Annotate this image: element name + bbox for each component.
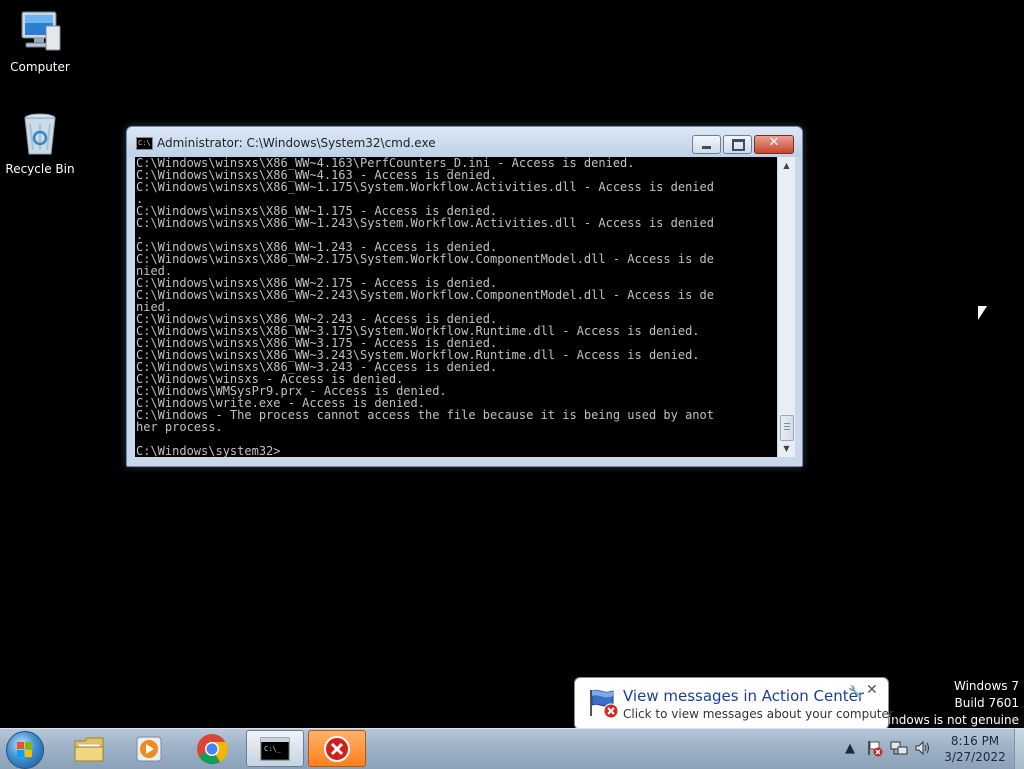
scroll-up-icon[interactable]: ▲ [778, 157, 795, 174]
desktop-icon-label: Computer [10, 60, 70, 74]
window-title: Administrator: C:\Windows\System32\cmd.e… [157, 136, 436, 150]
taskbar: C:\_ ▲ 8:16 PM 3/27/2022 [0, 728, 1024, 769]
close-button[interactable]: ✕ [754, 135, 794, 154]
cmd-icon: C:\ [136, 137, 153, 150]
watermark-edition: Windows 7 [953, 679, 1019, 693]
console-line: C:\Windows\system32> [136, 444, 281, 457]
pin-icon[interactable]: 🔧 [848, 685, 862, 698]
folder-icon [74, 737, 104, 761]
cmd-window[interactable]: C:\ Administrator: C:\Windows\System32\c… [126, 126, 803, 467]
console-line: C:\Windows\winsxs\X86_WW~1.243\System.Wo… [136, 216, 714, 230]
console-text: C:\Windows\winsxs\X86_WW~4.163\PerfCount… [135, 157, 714, 457]
desktop-icon-computer[interactable]: Computer [2, 8, 78, 74]
clock-time: 8:16 PM [950, 734, 1000, 748]
watermark-build: Build 7601 [954, 696, 1019, 710]
maximize-icon [732, 139, 745, 151]
minimize-button[interactable] [692, 135, 721, 154]
console-line: C:\Windows\winsxs\X86_WW~1.175\System.Wo… [136, 180, 714, 194]
network-icon[interactable] [890, 739, 908, 761]
action-center-flag-icon [587, 686, 619, 719]
windows-watermark: Windows 7 Build 7601 Windows is not genu… [876, 678, 1019, 729]
balloon-close-icon[interactable]: ✕ [866, 682, 878, 698]
console-line: C:\Windows\winsxs\X86_WW~2.175\System.Wo… [136, 252, 714, 266]
command-prompt-icon: C:\_ [260, 737, 290, 760]
taskbar-error-button[interactable] [308, 730, 366, 767]
maximize-button[interactable] [723, 135, 752, 154]
mouse-cursor-icon [978, 306, 987, 320]
desktop-icon-label: Recycle Bin [5, 162, 75, 176]
console-line: her process. [136, 420, 223, 434]
computer-icon [16, 8, 64, 56]
taskbar-explorer-button[interactable] [60, 730, 118, 767]
close-icon: ✕ [768, 135, 780, 150]
taskbar-media-player-button[interactable] [120, 730, 178, 767]
volume-icon[interactable] [914, 739, 932, 761]
action-center-balloon[interactable]: View messages in Action Center Click to … [574, 677, 897, 739]
console-output[interactable]: C:\Windows\winsxs\X86_WW~4.163\PerfCount… [135, 157, 785, 457]
scrollbar-thumb[interactable] [780, 415, 794, 441]
windows-logo-icon [17, 742, 33, 758]
action-center-tray-icon[interactable] [866, 739, 884, 761]
system-clock[interactable]: 8:16 PM 3/27/2022 [940, 733, 1010, 765]
watermark-genuine: Windows is not genuine [876, 713, 1019, 727]
clock-date: 3/27/2022 [944, 750, 1006, 764]
balloon-text: Click to view messages about your comput… [623, 707, 897, 721]
recycle-bin-icon [16, 110, 64, 158]
minimize-icon [702, 146, 711, 149]
start-button[interactable] [6, 731, 44, 769]
chrome-icon [197, 733, 228, 764]
vertical-scrollbar[interactable]: ▲ ▼ [777, 157, 795, 457]
balloon-title[interactable]: View messages in Action Center [623, 687, 864, 705]
show-desktop-button[interactable] [1014, 729, 1024, 769]
taskbar-chrome-button[interactable] [183, 730, 241, 767]
window-titlebar[interactable]: C:\ Administrator: C:\Windows\System32\c… [127, 127, 802, 157]
desktop-icon-recycle-bin[interactable]: Recycle Bin [2, 110, 78, 176]
console-line: C:\Windows\winsxs\X86_WW~2.243\System.Wo… [136, 288, 714, 302]
scroll-down-icon[interactable]: ▼ [778, 440, 795, 457]
media-player-icon [136, 736, 162, 761]
taskbar-cmd-button[interactable]: C:\_ [246, 730, 304, 767]
svg-text:C:\_: C:\_ [264, 745, 282, 753]
show-hidden-icons-icon[interactable]: ▲ [845, 741, 855, 756]
error-icon [324, 735, 350, 762]
